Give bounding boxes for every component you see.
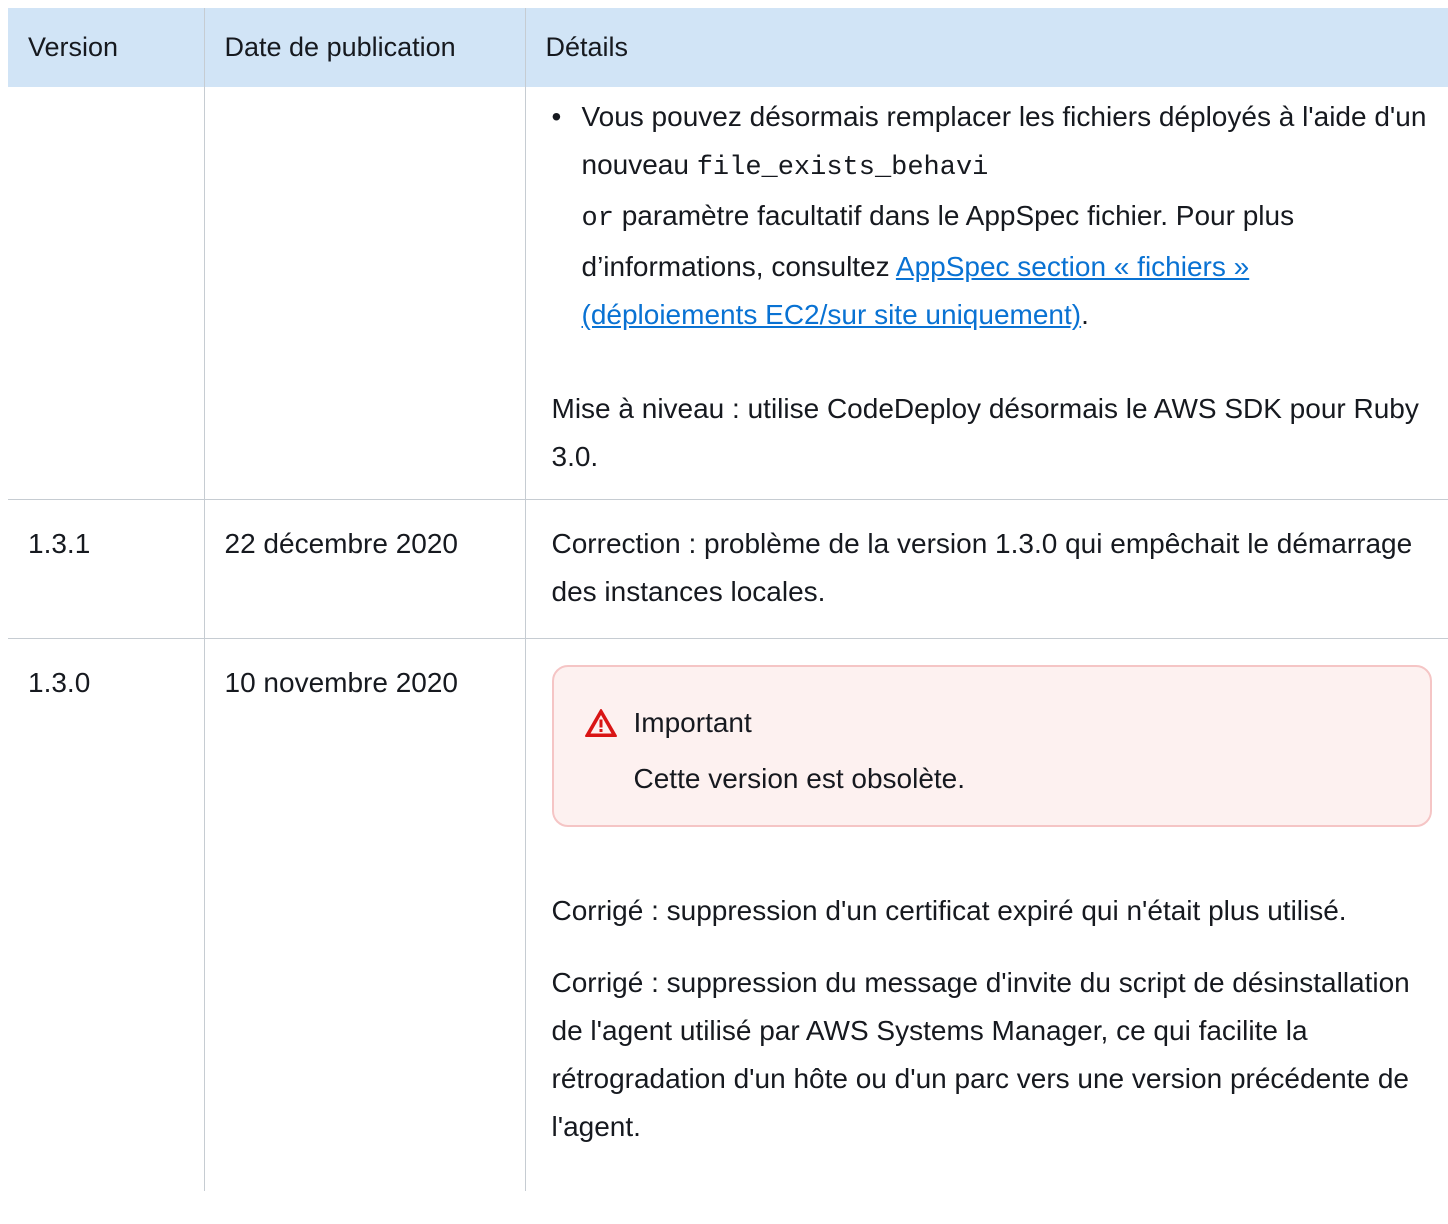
details-cell: Important Cette version est obsolète. Co… [524,638,1448,1191]
fix-note: Corrigé : suppression du message d'invit… [551,967,1410,1142]
date-cell: 10 novembre 2020 [203,638,525,1191]
header-details: Détails [524,8,1448,87]
list-item: • Vous pouvez désormais remplacer les fi… [552,93,1433,339]
details-cell: Correction : problème de la version 1.3.… [524,499,1448,639]
table-header-row: Version Date de publication Détails [8,8,1448,87]
feature-list: • Vous pouvez désormais remplacer les fi… [552,93,1433,339]
callout-body: Cette version est obsolète. [633,763,966,794]
important-callout: Important Cette version est obsolète. [551,665,1432,827]
bullet-period: . [1081,299,1089,330]
date-cell [203,87,525,500]
code-part-1: file_exists_behavi [696,153,989,183]
code-part-2: or [581,204,614,234]
table-row: 1.3.1 22 décembre 2020 Correction : prob… [8,499,1448,639]
bullet-icon: • [551,101,562,132]
version-cell [8,87,204,500]
details-cell: • Vous pouvez désormais remplacer les fi… [524,87,1448,500]
warning-icon [584,709,617,737]
callout-title: Important [633,707,752,738]
table-row: • Vous pouvez désormais remplacer les fi… [8,87,1448,500]
version-cell: 1.3.0 [8,638,204,1191]
date-cell: 22 décembre 2020 [203,499,525,639]
header-date: Date de publication [203,8,525,87]
fix-note: Corrigé : suppression d'un certificat ex… [551,895,1347,926]
fix-note: Correction : problème de la version 1.3.… [551,528,1413,607]
version-cell: 1.3.1 [8,499,204,639]
header-version: Version [8,8,204,87]
release-notes-table: Version Date de publication Détails • Vo… [8,8,1448,1191]
table-row: 1.3.0 10 novembre 2020 Important Cette v… [8,638,1448,1191]
callout-header: Important [584,703,1401,743]
upgrade-note: Mise à niveau : utilise CodeDeploy désor… [551,393,1419,472]
